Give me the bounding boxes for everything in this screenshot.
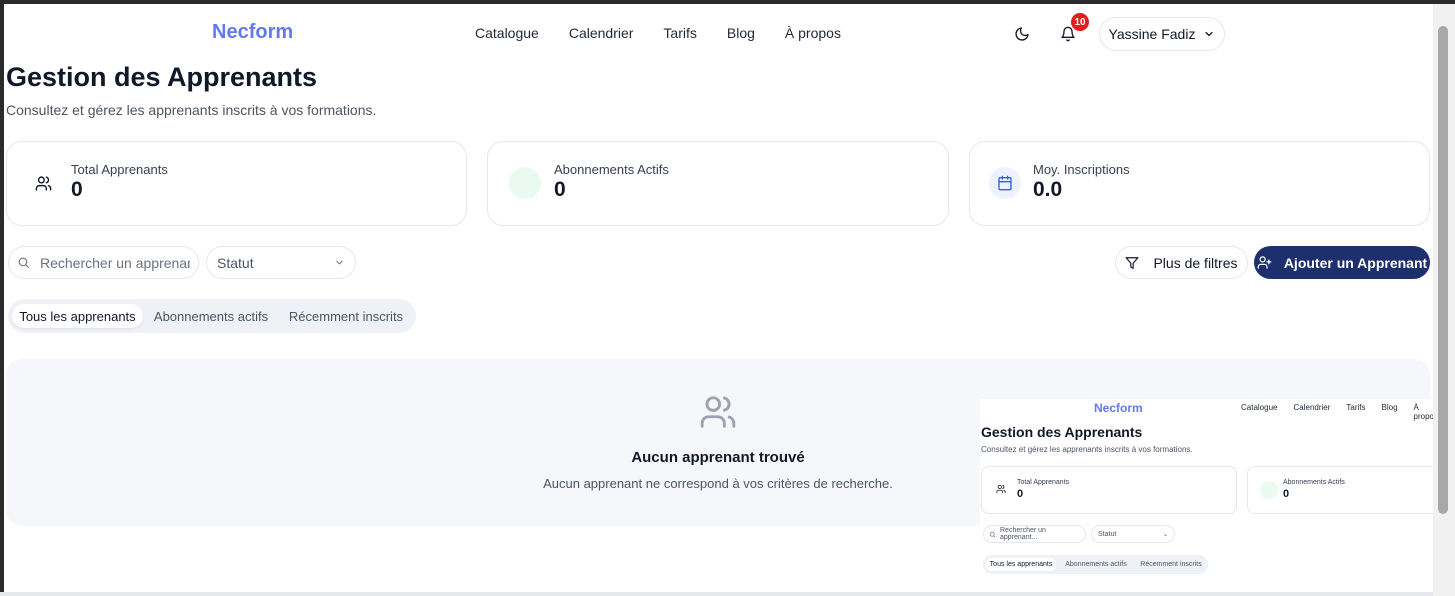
preview-logo: Necform bbox=[1094, 401, 1143, 415]
tab-tous[interactable]: Tous les apprenants bbox=[12, 304, 143, 328]
users-icon bbox=[699, 393, 737, 436]
nav-blog[interactable]: Blog bbox=[727, 25, 755, 41]
stat-value: 0 bbox=[71, 178, 83, 201]
page-bottom-edge bbox=[0, 592, 1455, 596]
stat-card-abonnements: Abonnements Actifs 0 bbox=[487, 141, 949, 226]
chevron-down-icon bbox=[336, 260, 343, 265]
stat-label: Abonnements Actifs bbox=[554, 162, 669, 177]
brand-logo[interactable]: Necform bbox=[212, 21, 293, 44]
preview-tab: Récemment inscrits bbox=[1140, 561, 1202, 568]
preview-tab: Tous les apprenants bbox=[986, 558, 1056, 571]
stat-card-inscriptions: Moy. Inscriptions 0.0 bbox=[969, 141, 1430, 226]
nav-calendrier[interactable]: Calendrier bbox=[569, 25, 634, 41]
screenshot-preview-thumbnail[interactable]: Necform Catalogue Calendrier Tarifs Blog… bbox=[980, 399, 1433, 592]
users-icon bbox=[27, 167, 59, 199]
page-subtitle: Consultez et gérez les apprenants inscri… bbox=[6, 102, 377, 118]
user-menu-button[interactable]: Yassine Fadiz bbox=[1099, 17, 1225, 51]
moon-icon[interactable] bbox=[1012, 24, 1032, 44]
preview-stat-value: 0 bbox=[1017, 488, 1024, 500]
preview-title: Gestion des Apprenants bbox=[981, 424, 1143, 440]
tabs-bar: Tous les apprenants Abonnements actifs R… bbox=[8, 299, 416, 333]
search-icon bbox=[989, 531, 996, 538]
users-icon bbox=[996, 484, 1006, 494]
calendar-icon bbox=[989, 167, 1021, 199]
preview-status: Statut ⌄ bbox=[1091, 525, 1175, 543]
filter-icon bbox=[1126, 256, 1139, 269]
stat-label: Moy. Inscriptions bbox=[1033, 162, 1130, 177]
preview-stat-value: 0 bbox=[1283, 488, 1290, 500]
stat-label: Total Apprenants bbox=[71, 162, 168, 177]
chevron-down-icon bbox=[1205, 31, 1214, 37]
page-title: Gestion des Apprenants bbox=[6, 62, 318, 92]
preview-nav-item: Tarifs bbox=[1346, 403, 1366, 412]
window-frame-top bbox=[0, 0, 1455, 4]
preview-nav: Catalogue Calendrier Tarifs Blog À propo… bbox=[1241, 403, 1433, 421]
stat-value: 0 bbox=[554, 178, 566, 201]
window-frame-left bbox=[0, 0, 4, 596]
preview-stat-card: Total Apprenants 0 bbox=[981, 466, 1237, 514]
preview-tab: Abonnements actifs bbox=[1065, 561, 1127, 568]
nav-a-propos[interactable]: À propos bbox=[785, 25, 841, 41]
stat-card-total: Total Apprenants 0 bbox=[6, 141, 467, 226]
preview-search: Rechercher un apprenant... bbox=[983, 525, 1086, 543]
search-field[interactable] bbox=[8, 246, 199, 279]
user-name: Yassine Fadiz bbox=[1108, 26, 1196, 42]
tab-recents[interactable]: Récemment inscrits bbox=[281, 304, 411, 328]
preview-nav-item: Catalogue bbox=[1241, 403, 1278, 412]
preview-subtitle: Consultez et gérez les apprenants inscri… bbox=[981, 445, 1193, 454]
tab-abonnements[interactable]: Abonnements actifs bbox=[147, 304, 275, 328]
stat-value: 0.0 bbox=[1033, 178, 1063, 201]
search-icon bbox=[18, 257, 29, 268]
main-nav: Catalogue Calendrier Tarifs Blog À propo… bbox=[475, 25, 871, 41]
more-filters-label: Plus de filtres bbox=[1153, 254, 1238, 271]
more-filters-button[interactable]: Plus de filtres bbox=[1115, 246, 1248, 279]
preview-nav-item: Blog bbox=[1381, 403, 1398, 412]
chevron-down-icon: ⌄ bbox=[1162, 531, 1168, 538]
nav-tarifs[interactable]: Tarifs bbox=[663, 25, 696, 41]
nav-catalogue[interactable]: Catalogue bbox=[475, 25, 539, 41]
status-label: Statut bbox=[217, 254, 254, 271]
preview-stat-label: Total Apprenants bbox=[1017, 479, 1070, 486]
vertical-scrollbar[interactable] bbox=[1433, 4, 1455, 596]
preview-nav-item: À propos bbox=[1413, 403, 1433, 421]
preview-search-placeholder: Rechercher un apprenant... bbox=[1000, 527, 1046, 541]
preview-tabs: Tous les apprenants Abonnements actifs R… bbox=[983, 555, 1208, 574]
scrollbar-thumb[interactable] bbox=[1438, 26, 1448, 514]
preview-stat-label: Abonnements Actifs bbox=[1283, 479, 1345, 486]
preview-status-label: Statut bbox=[1098, 530, 1117, 538]
status-select[interactable]: Statut bbox=[206, 246, 356, 279]
search-input[interactable] bbox=[40, 254, 190, 271]
notification-badge: 10 bbox=[1071, 13, 1089, 31]
preview-stat-card: Abonnements Actifs 0 bbox=[1247, 466, 1433, 514]
user-plus-icon bbox=[1257, 256, 1272, 269]
blank-circle-icon bbox=[1260, 481, 1278, 499]
add-learner-button[interactable]: Ajouter un Apprenant bbox=[1254, 246, 1430, 279]
blank-circle-icon bbox=[509, 167, 541, 199]
add-learner-label: Ajouter un Apprenant bbox=[1283, 254, 1428, 271]
preview-nav-item: Calendrier bbox=[1293, 403, 1331, 412]
